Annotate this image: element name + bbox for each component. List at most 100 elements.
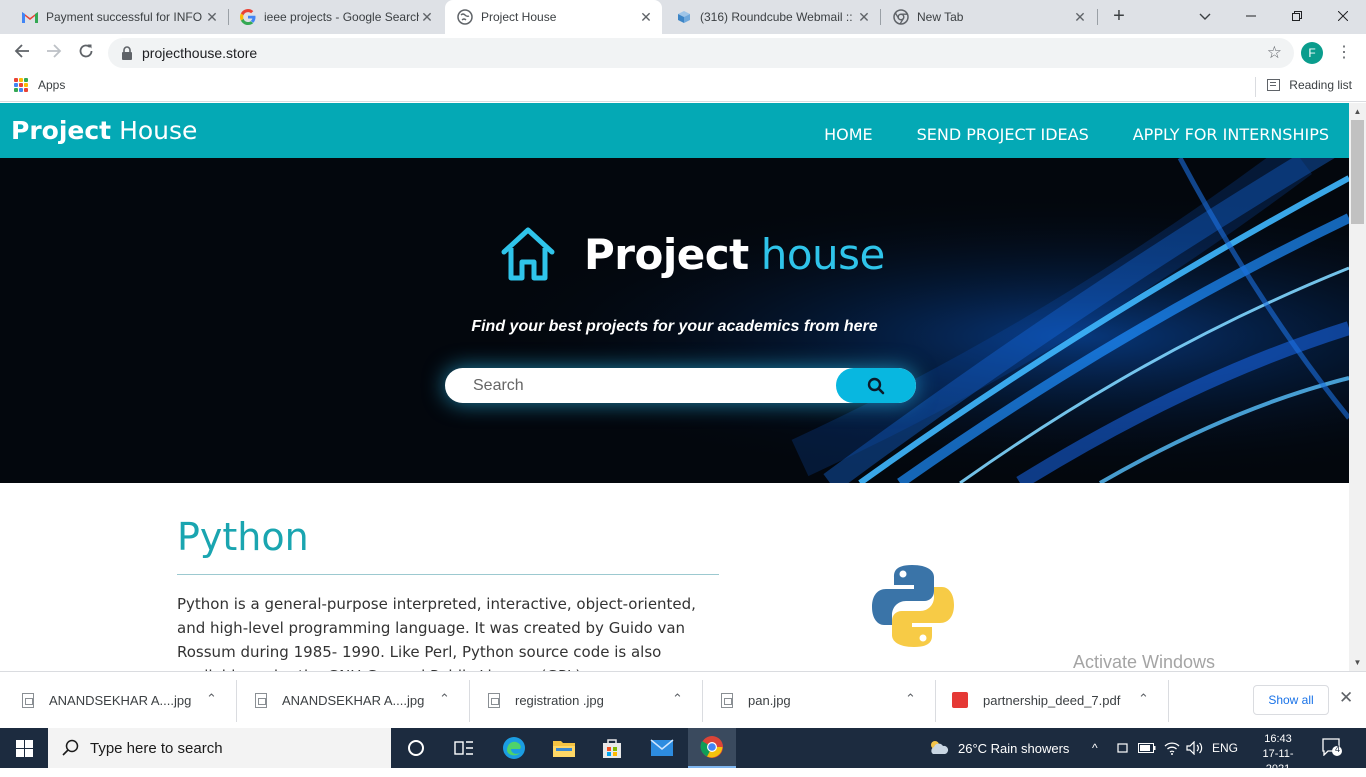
volume-icon[interactable]	[1186, 728, 1204, 768]
search-icon	[867, 377, 885, 394]
close-icon[interactable]: ✕	[419, 9, 435, 26]
close-icon[interactable]: ✕	[856, 9, 872, 26]
menu-kebab-icon[interactable]: ⋮	[1336, 42, 1352, 64]
apps-grid-icon	[14, 78, 28, 92]
download-item[interactable]: ANANDSEKHAR A....jpg ⌃	[255, 680, 461, 720]
scroll-thumb[interactable]	[1351, 120, 1364, 224]
new-tab-button[interactable]: +	[1107, 5, 1131, 29]
section-title: Python	[177, 515, 309, 559]
clock-time: 16:43	[1264, 733, 1292, 745]
hero-search-input[interactable]	[445, 368, 836, 403]
download-separator	[702, 680, 703, 722]
chevron-up-icon[interactable]: ⌃	[1138, 691, 1149, 707]
tab-gmail[interactable]: Payment successful for INFO ✕	[10, 0, 228, 34]
edge-icon	[503, 737, 525, 759]
tab-google-search[interactable]: ieee projects - Google Search ✕	[228, 0, 443, 34]
meet-now-icon[interactable]	[1116, 728, 1130, 768]
tab-search-chevron-icon[interactable]	[1182, 0, 1228, 34]
weather-text: 26°C Rain showers	[958, 740, 1070, 756]
close-icon[interactable]: ✕	[1072, 9, 1088, 26]
notification-center-button[interactable]: 4	[1322, 738, 1342, 757]
address-bar[interactable]: projecthouse.store ☆	[108, 38, 1294, 68]
file-explorer-button[interactable]	[540, 728, 588, 768]
close-icon[interactable]: ✕	[638, 9, 654, 26]
chevron-up-icon[interactable]: ⌃	[905, 691, 916, 707]
show-hidden-icons-chevron-icon[interactable]: ^	[1092, 728, 1098, 768]
mail-button[interactable]	[638, 728, 686, 768]
nav-home[interactable]: HOME	[824, 125, 873, 144]
url-text: projecthouse.store	[142, 45, 258, 61]
download-filename: ANANDSEKHAR A....jpg	[282, 692, 425, 708]
reading-list-icon	[1267, 79, 1281, 91]
tab-title: (316) Roundcube Webmail ::	[700, 10, 853, 24]
reading-list-label: Reading list	[1289, 78, 1352, 92]
section-description: Python is a general-purpose interpreted,…	[177, 595, 696, 671]
site-navbar: Project House HOME SEND PROJECT IDEAS AP…	[0, 103, 1349, 158]
tab-new-tab[interactable]: New Tab ✕	[881, 0, 1096, 34]
clock-date: 17-11-2021	[1262, 748, 1294, 775]
chevron-up-icon[interactable]: ⌃	[206, 691, 217, 707]
mail-envelope-icon	[650, 739, 674, 756]
image-file-icon	[488, 692, 500, 708]
chrome-icon	[893, 9, 909, 25]
reading-list-button[interactable]: Reading list	[1267, 78, 1352, 92]
download-bar: ANANDSEKHAR A....jpg ⌃ ANANDSEKHAR A....…	[0, 671, 1366, 728]
scroll-down-icon[interactable]: ▼	[1349, 654, 1366, 671]
nav-apply-for-internships[interactable]: APPLY FOR INTERNSHIPS	[1133, 125, 1329, 144]
page-scrollbar[interactable]: ▲ ▼	[1349, 103, 1366, 671]
download-item[interactable]: registration .jpg ⌃	[488, 680, 694, 720]
taskbar-clock[interactable]: 16:43 17-11-2021	[1252, 732, 1304, 777]
site-brand[interactable]: Project House	[11, 116, 197, 145]
edge-taskbar-button[interactable]	[490, 728, 538, 768]
chevron-up-icon[interactable]: ⌃	[672, 691, 683, 707]
battery-icon[interactable]	[1138, 728, 1156, 768]
chevron-up-icon[interactable]: ⌃	[439, 691, 450, 707]
minimize-button[interactable]	[1228, 0, 1274, 34]
profile-avatar[interactable]: F	[1301, 42, 1323, 64]
tab-roundcube[interactable]: (316) Roundcube Webmail :: ✕	[664, 0, 880, 34]
apps-shortcut[interactable]: Apps	[14, 78, 65, 92]
chrome-taskbar-button[interactable]	[688, 728, 736, 768]
tab-project-house[interactable]: Project House ✕	[445, 0, 662, 34]
download-filename: registration .jpg	[515, 692, 604, 708]
scroll-up-icon[interactable]: ▲	[1349, 103, 1366, 120]
rain-cloud-icon	[931, 741, 949, 754]
show-all-downloads-button[interactable]: Show all	[1253, 685, 1329, 715]
download-item[interactable]: ANANDSEKHAR A....jpg ⌃	[22, 680, 228, 720]
close-download-bar-icon[interactable]: ✕	[1339, 688, 1353, 708]
project-house-logo: Project house	[498, 224, 885, 284]
chrome-icon	[700, 736, 723, 758]
taskbar-search-box[interactable]: Type here to search	[48, 728, 391, 768]
hero-search-button[interactable]	[836, 368, 916, 403]
weather-widget[interactable]: 26°C Rain showers	[928, 728, 1069, 768]
close-icon[interactable]: ✕	[204, 9, 220, 26]
roundcube-icon	[676, 9, 692, 25]
google-icon	[240, 9, 256, 25]
python-section: Python Python is a general-purpose inter…	[0, 483, 1349, 671]
back-button[interactable]	[10, 41, 34, 65]
tab-title: ieee projects - Google Search	[264, 10, 419, 24]
bookmark-star-icon[interactable]: ☆	[1267, 43, 1282, 63]
start-button[interactable]	[0, 728, 48, 768]
download-item[interactable]: partnership_deed_7.pdf ⌃	[952, 680, 1158, 720]
tab-title: New Tab	[917, 10, 964, 24]
notification-count: 4	[1334, 744, 1340, 754]
tab-separator	[1097, 9, 1098, 25]
logo-word-project: Project	[584, 229, 749, 279]
nav-send-project-ideas[interactable]: SEND PROJECT IDEAS	[917, 125, 1089, 144]
restore-button[interactable]	[1274, 0, 1320, 34]
language-indicator[interactable]: ENG	[1212, 728, 1238, 768]
close-window-button[interactable]	[1320, 0, 1366, 34]
store-button[interactable]	[588, 728, 636, 768]
task-view-button[interactable]	[440, 728, 488, 768]
download-item[interactable]: pan.jpg ⌃	[721, 680, 927, 720]
image-file-icon	[22, 692, 34, 708]
hero-search-bar	[445, 368, 916, 403]
cortana-button[interactable]	[392, 728, 440, 768]
wifi-icon[interactable]	[1164, 728, 1180, 768]
download-filename: pan.jpg	[748, 692, 791, 708]
forward-button[interactable]	[42, 41, 66, 65]
lock-icon	[122, 46, 132, 60]
browser-toolbar: projecthouse.store ☆	[0, 34, 1366, 72]
reload-button[interactable]	[74, 41, 98, 65]
